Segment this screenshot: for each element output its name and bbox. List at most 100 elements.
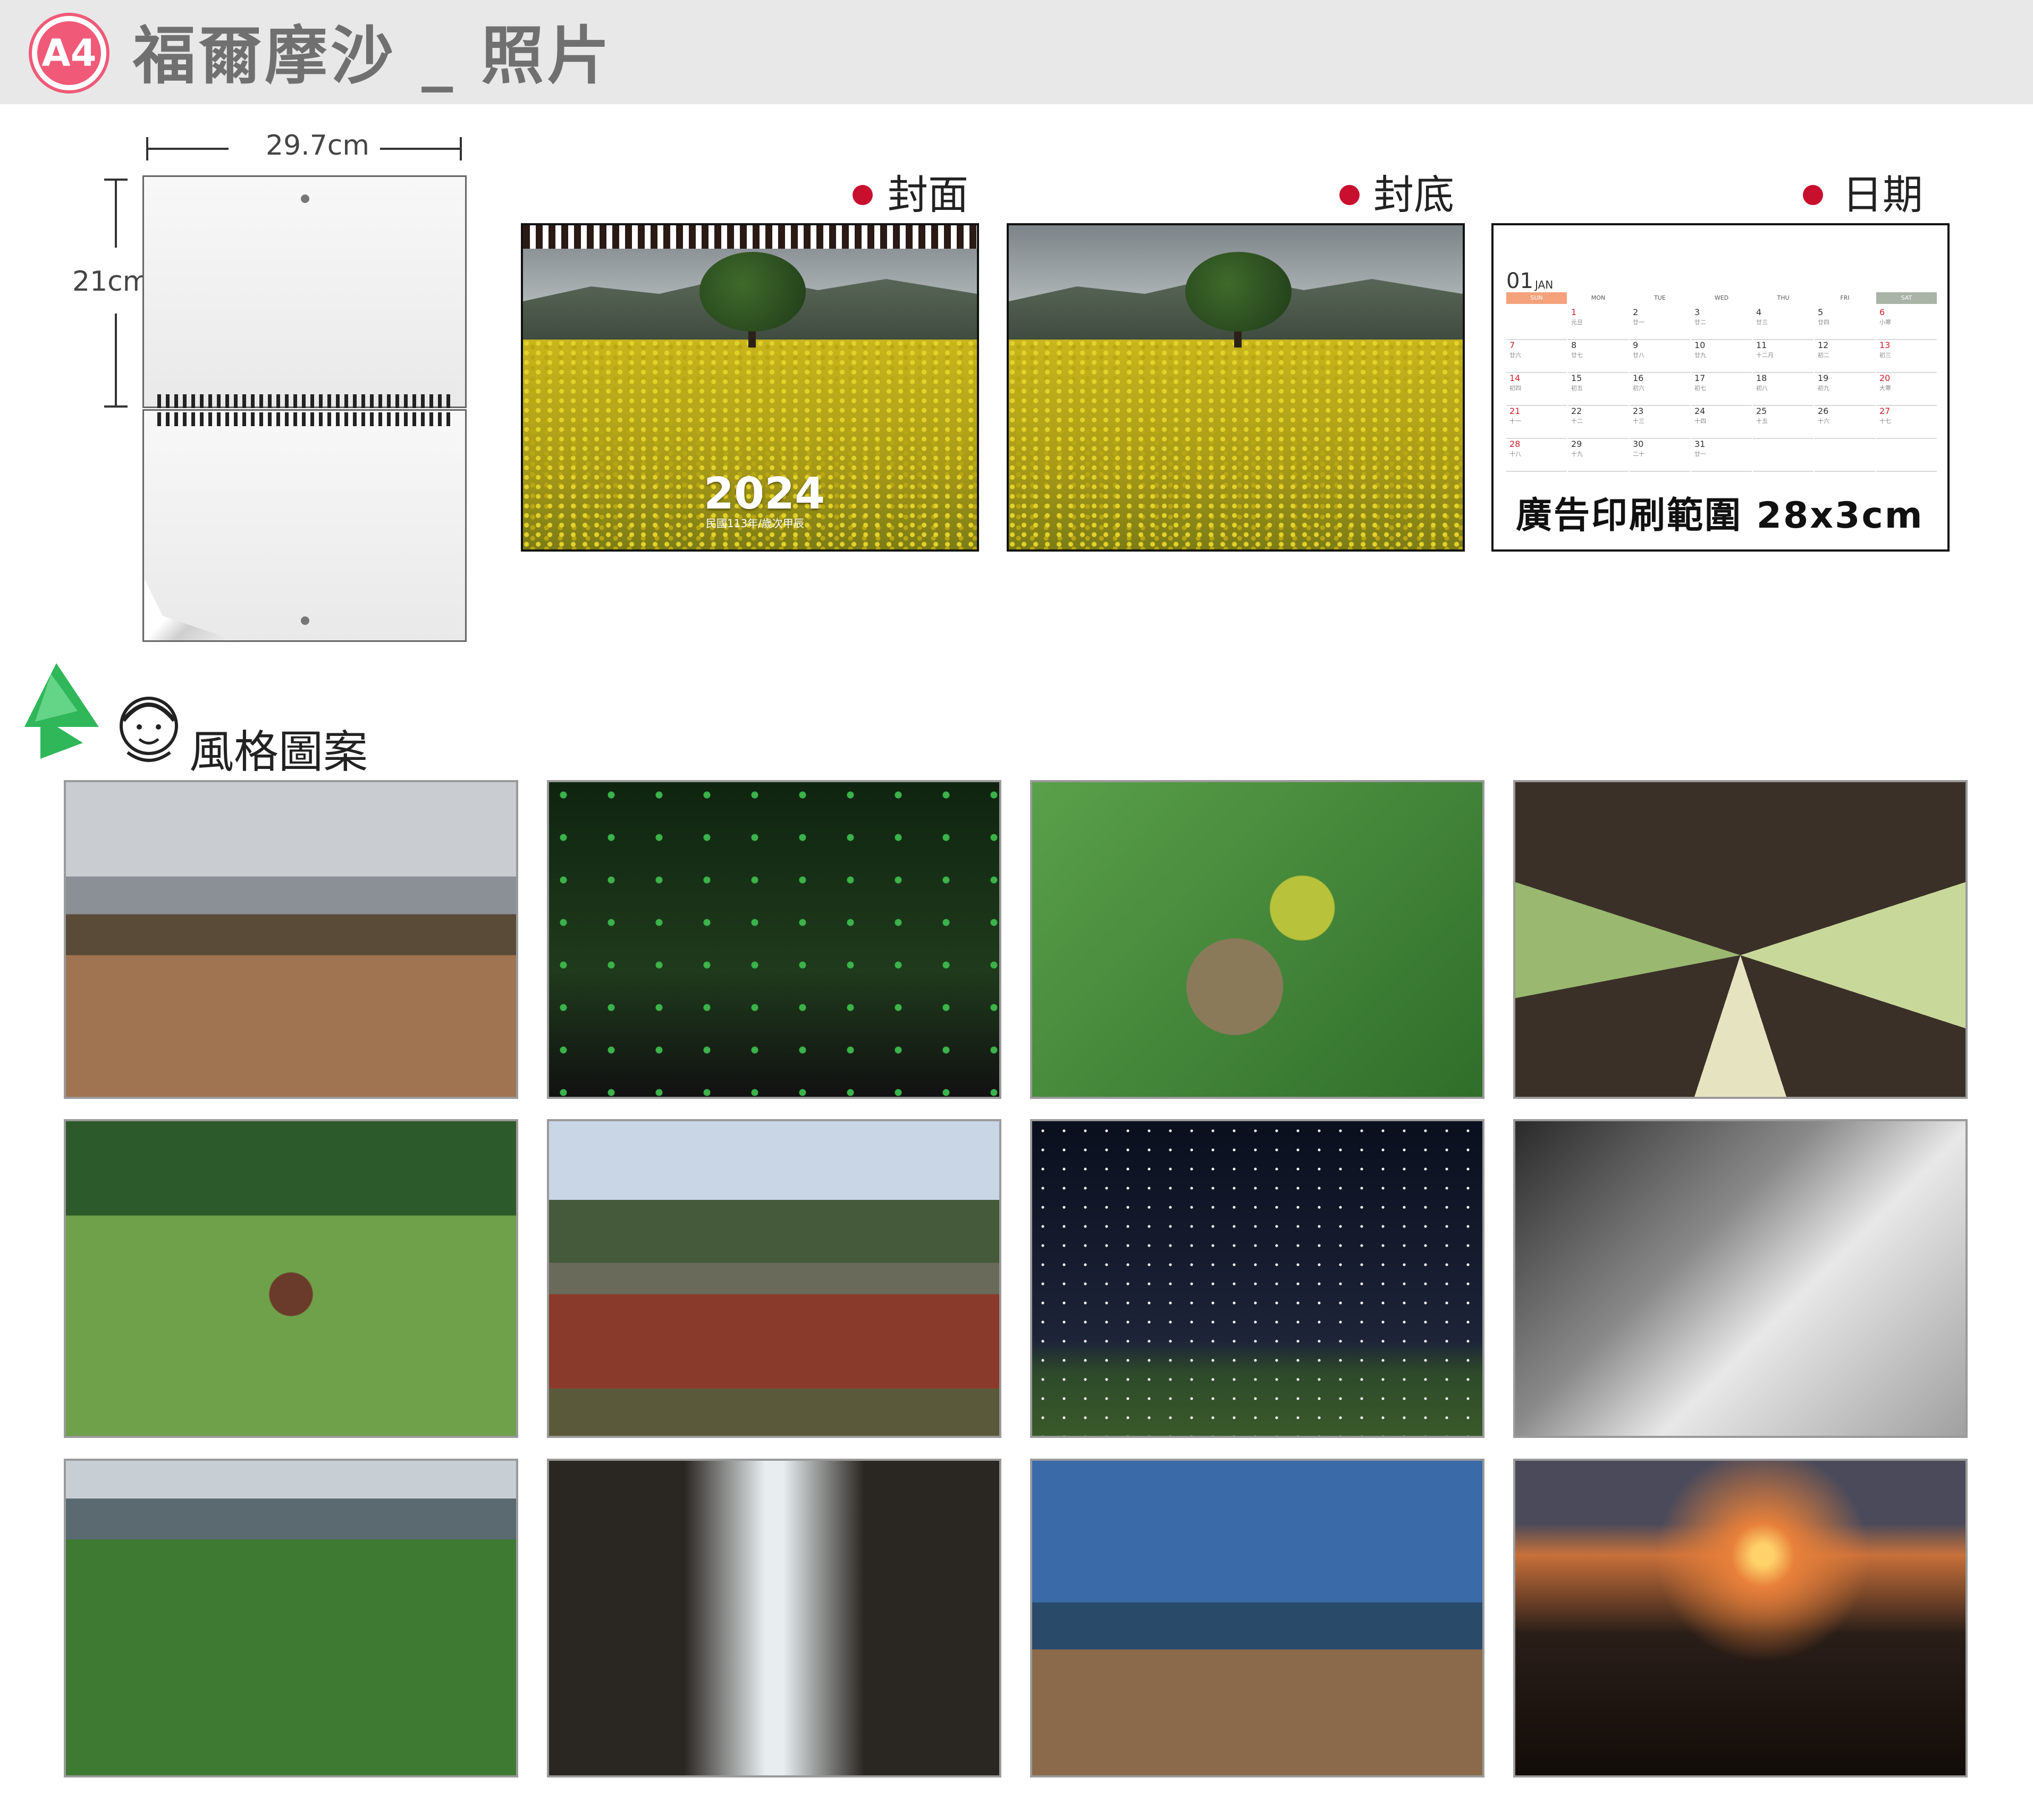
calendar-day-cell: 5 廿四 bbox=[1815, 306, 1875, 340]
month-number: 01 bbox=[1506, 269, 1533, 293]
calendar-day-cell: 9 廿八 bbox=[1630, 339, 1690, 373]
calendar-day-number: 16 bbox=[1633, 373, 1644, 383]
calendar-day-number: 31 bbox=[1694, 439, 1706, 449]
calendar-day-cell: 31 廿一 bbox=[1691, 438, 1752, 472]
calendar-lunar-date: 廿三 bbox=[1756, 319, 1768, 326]
calendar-day-number: 11 bbox=[1756, 340, 1767, 350]
red-algae-river-photo bbox=[547, 1119, 1001, 1438]
calendar-lunar-date: 廿七 bbox=[1571, 352, 1583, 359]
calendar-day-number: 1 bbox=[1571, 307, 1577, 317]
weekday-header: THU bbox=[1777, 294, 1790, 301]
spiral-binding-top bbox=[157, 394, 451, 408]
width-dimension-line-left bbox=[146, 148, 229, 150]
height-dimension-line-bottom bbox=[115, 314, 117, 407]
calendar-lunar-date: 十八 bbox=[1509, 451, 1521, 458]
calendar-lunar-date: 初二 bbox=[1818, 352, 1829, 359]
calendar-day-number: 25 bbox=[1756, 406, 1767, 416]
calendar-lunar-date: 十四 bbox=[1694, 418, 1706, 425]
calendar-day-cell: 26 十六 bbox=[1815, 405, 1875, 439]
calendar-day-cell: 24 十四 bbox=[1691, 405, 1752, 439]
weekday-header: SAT bbox=[1876, 292, 1937, 304]
calendar-lunar-date: 十三 bbox=[1633, 418, 1644, 425]
calendar-day-cell: 22 十二 bbox=[1568, 405, 1629, 439]
calendar-day-cell: 19 初九 bbox=[1815, 372, 1875, 406]
weekday-header: SUN bbox=[1506, 292, 1567, 304]
calendar-lunar-date: 初九 bbox=[1818, 385, 1829, 392]
page-title: 福爾摩沙 _ 照片 bbox=[133, 19, 613, 92]
pheasant-grass-photo bbox=[64, 1119, 518, 1438]
height-dimension-line-top bbox=[115, 179, 117, 248]
calendar-day-cell: 17 初七 bbox=[1691, 372, 1752, 406]
calendar-day-number: 7 bbox=[1509, 340, 1515, 350]
calendar-day-cell: 4 廿三 bbox=[1753, 306, 1813, 340]
calendar-day-number: 13 bbox=[1879, 340, 1891, 350]
height-label: 21cm bbox=[72, 266, 150, 298]
calendar-day-cell bbox=[1506, 306, 1567, 340]
calendar-day-number: 26 bbox=[1818, 406, 1829, 416]
calendar-day-cell: 30 二十 bbox=[1630, 438, 1690, 472]
bottom-hole bbox=[301, 616, 309, 625]
width-dimension-line-right bbox=[380, 148, 460, 150]
calendar-day-cell: 28 十八 bbox=[1506, 438, 1567, 472]
tree-logo-icon bbox=[19, 663, 99, 764]
cover-preview: 2024 民國113年/歲次甲辰 bbox=[521, 223, 979, 552]
calendar-day-number: 10 bbox=[1694, 340, 1706, 350]
calendar-day-number: 15 bbox=[1571, 373, 1582, 383]
calendar-day-cell: 29 十九 bbox=[1568, 438, 1629, 472]
calendar-lunar-date: 廿二 bbox=[1694, 319, 1706, 326]
birds-nest-photo bbox=[1030, 780, 1484, 1099]
calendar-lunar-date: 廿六 bbox=[1509, 352, 1521, 359]
calendar-day-cell: 23 十三 bbox=[1630, 405, 1690, 439]
calendar-day-number: 28 bbox=[1509, 439, 1521, 449]
date-dot-icon bbox=[1803, 185, 1823, 205]
weekday-header: MON bbox=[1591, 294, 1606, 301]
calendar-day-number: 17 bbox=[1694, 373, 1706, 383]
calendar-day-number: 29 bbox=[1571, 439, 1582, 449]
height-dimension-bottom-cap bbox=[104, 405, 128, 408]
spiral-binding-bottom bbox=[157, 412, 451, 426]
calendar-lunar-date: 初三 bbox=[1879, 352, 1891, 359]
back-tree-crown bbox=[1185, 252, 1292, 332]
calendar-lunar-date: 初四 bbox=[1509, 385, 1521, 392]
calendar-day-number: 20 bbox=[1879, 373, 1891, 383]
calendar-day-cell bbox=[1753, 438, 1813, 472]
calendar-day-cell bbox=[1876, 438, 1937, 472]
calendar-lunar-date: 十二月 bbox=[1756, 352, 1774, 359]
calendar-lunar-date: 廿九 bbox=[1694, 352, 1706, 359]
calendar-day-number: 9 bbox=[1633, 340, 1639, 350]
calendar-lunar-date: 大寒 bbox=[1879, 385, 1891, 392]
mountain-sunset-photo bbox=[1513, 1459, 1968, 1777]
calendar-day-number: 21 bbox=[1509, 406, 1521, 416]
calendar-day-number: 30 bbox=[1633, 439, 1644, 449]
calendar-lunar-date: 初八 bbox=[1756, 385, 1768, 392]
waterfall-gorge-photo bbox=[547, 1459, 1001, 1777]
calendar-day-cell: 12 初二 bbox=[1815, 339, 1875, 373]
calendar-day-number: 18 bbox=[1756, 373, 1767, 383]
calendar-day-cell: 21 十一 bbox=[1506, 405, 1567, 439]
calendar-day-cell: 3 廿二 bbox=[1691, 306, 1752, 340]
calendar-day-cell: 10 廿九 bbox=[1691, 339, 1752, 373]
calendar-day-cell bbox=[1815, 438, 1875, 472]
calendar-lunar-date: 廿一 bbox=[1633, 319, 1644, 326]
calendar-day-number: 2 bbox=[1633, 307, 1639, 317]
size-diagram: 29.7cm 21cm bbox=[0, 122, 478, 648]
calendar-lunar-date: 元旦 bbox=[1571, 319, 1583, 326]
calendar-day-cell: 1 元旦 bbox=[1568, 306, 1629, 340]
calendar-day-cell: 27 十七 bbox=[1876, 405, 1937, 439]
calendar-lunar-date: 初六 bbox=[1633, 385, 1644, 392]
calendar-day-number: 22 bbox=[1571, 406, 1582, 416]
calendar-bottom-sheet bbox=[142, 409, 467, 642]
calendar-day-number: 8 bbox=[1571, 340, 1577, 350]
calendar-day-cell: 7 廿六 bbox=[1506, 339, 1567, 373]
calendar-day-number: 14 bbox=[1509, 373, 1521, 383]
back-flower-field bbox=[1009, 340, 1463, 549]
back-label: 封底 bbox=[1373, 171, 1454, 218]
calendar-lunar-date: 小寒 bbox=[1879, 319, 1891, 326]
calendar-day-cell: 6 小寒 bbox=[1876, 306, 1937, 340]
weekday-header: TUE bbox=[1654, 294, 1666, 301]
calendar-day-cell: 16 初六 bbox=[1630, 372, 1690, 406]
starry-camp-photo bbox=[1030, 1119, 1484, 1438]
cover-subtitle: 民國113年/歲次甲辰 bbox=[706, 517, 804, 530]
calendar-grid: SUN MON TUE WED THU FRI SAT 1 元旦 2 廿一 3 廿二 4 廿三 5 廿四 6 小寒 7… bbox=[1506, 292, 1937, 473]
date-preview: 01 JAN SUN MON TUE WED THU FRI SAT 1 元旦 2 廿一 3 廿二 4 廿三… bbox=[1491, 223, 1950, 552]
